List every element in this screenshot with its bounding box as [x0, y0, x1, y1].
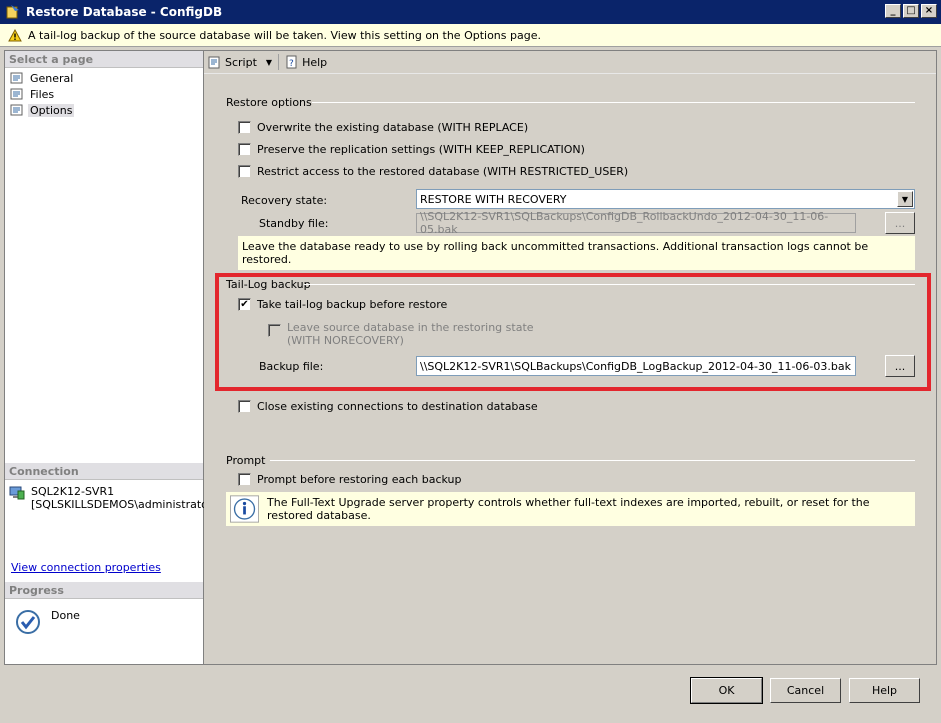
connection-info: SQL2K12-SVR1 [SQLSKILLSDEMOS\administrat…: [9, 485, 217, 511]
select-page-header: Select a page: [5, 51, 203, 68]
prompt-option[interactable]: Prompt before restoring each backup: [238, 473, 462, 486]
preserve-replication-checkbox[interactable]: [238, 143, 251, 156]
standby-file-label: Standby file:: [259, 217, 329, 230]
ok-button-label: OK: [691, 678, 762, 703]
progress-status-text: Done: [51, 609, 80, 622]
window-title: Restore Database - ConfigDB: [26, 5, 223, 19]
server-name: SQL2K12-SVR1: [31, 485, 115, 498]
recovery-info-text: Leave the database ready to use by rolli…: [242, 240, 869, 266]
prompt-title: Prompt: [226, 454, 266, 467]
overwrite-checkbox[interactable]: [238, 121, 251, 134]
help-button[interactable]: Help: [848, 677, 921, 704]
page-item-label: Files: [30, 87, 55, 101]
recovery-state-value: RESTORE WITH RECOVERY: [420, 192, 567, 206]
restrict-option[interactable]: Restrict access to the restored database…: [238, 165, 628, 178]
ok-button[interactable]: OK: [690, 677, 763, 704]
restrict-access-checkbox[interactable]: [238, 165, 251, 178]
page-icon: [10, 88, 23, 100]
left-pane: Select a page General Files Options Conn…: [4, 50, 217, 665]
warning-text: A tail-log backup of the source database…: [28, 28, 541, 42]
fulltext-info-box: The Full-Text Upgrade server property co…: [226, 492, 915, 526]
view-connection-properties-link[interactable]: View connection properties: [11, 561, 161, 574]
info-icon: [230, 495, 260, 523]
help-toolbar-button[interactable]: ? Help: [285, 55, 327, 69]
help-label: Help: [302, 55, 328, 69]
script-icon: [208, 56, 220, 69]
overwrite-label: Overwrite the existing database (WITH RE…: [257, 121, 529, 134]
section-divider: [270, 460, 915, 461]
preserve-label: Preserve the replication settings (WITH …: [257, 143, 585, 156]
close-button[interactable]: ×: [921, 4, 937, 18]
page-item-label: Options: [28, 103, 75, 117]
standby-file-input[interactable]: \\SQL2K12-SVR1\SQLBackups\ConfigDB_Rollb…: [416, 210, 856, 236]
server-icon: [9, 486, 25, 500]
overwrite-option[interactable]: Overwrite the existing database (WITH RE…: [238, 121, 528, 134]
connection-header: Connection: [5, 463, 203, 480]
chevron-down-icon[interactable]: ▼: [897, 191, 913, 207]
warning-icon: [8, 28, 22, 41]
recovery-state-label: Recovery state:: [241, 194, 328, 207]
close-connections-label: Close existing connections to destinatio…: [257, 400, 538, 413]
progress-status: Done: [15, 609, 80, 635]
toolbar: Script ▼ ? Help: [204, 51, 936, 74]
cancel-button-label: Cancel: [770, 678, 841, 703]
standby-browse-button[interactable]: ...: [885, 212, 915, 234]
database-restore-icon: [6, 5, 19, 19]
maximize-button[interactable]: □: [903, 4, 919, 18]
cancel-button[interactable]: Cancel: [769, 677, 842, 704]
done-check-icon: [16, 610, 40, 634]
page-item-files[interactable]: Files: [5, 86, 203, 102]
right-pane: Script ▼ ? Help Restore options Overwrit…: [204, 50, 937, 665]
page-item-options[interactable]: Options: [5, 102, 203, 118]
page-item-label: General: [30, 71, 74, 85]
page-item-general[interactable]: General: [5, 70, 203, 86]
script-button[interactable]: Script ▼: [208, 55, 272, 69]
preserve-option[interactable]: Preserve the replication settings (WITH …: [238, 143, 585, 156]
recovery-info-box: Leave the database ready to use by rolli…: [238, 236, 915, 270]
help-button-label: Help: [849, 678, 920, 703]
help-icon: ?: [286, 55, 297, 69]
page-icon: [10, 72, 23, 84]
user-name: [SQLSKILLSDEMOS\administrator]: [31, 498, 217, 511]
page-icon: [10, 104, 23, 116]
script-label: Script: [225, 55, 257, 69]
chevron-down-icon[interactable]: ▼: [266, 58, 272, 67]
close-connections-checkbox[interactable]: [238, 400, 251, 413]
prompt-label: Prompt before restoring each backup: [257, 473, 462, 486]
standby-file-value: \\SQL2K12-SVR1\SQLBackups\ConfigDB_Rollb…: [420, 210, 829, 236]
toolbar-separator: [278, 54, 280, 70]
restore-options-title: Restore options: [226, 96, 312, 109]
fulltext-info-text: The Full-Text Upgrade server property co…: [267, 496, 870, 522]
highlight-box: [215, 273, 931, 391]
section-divider: [312, 102, 915, 103]
restrict-label: Restrict access to the restored database…: [257, 165, 629, 178]
prompt-checkbox[interactable]: [238, 473, 251, 486]
progress-header: Progress: [5, 582, 203, 599]
warning-bar: A tail-log backup of the source database…: [0, 24, 941, 47]
title-bar: Restore Database - ConfigDB _ □ ×: [0, 0, 941, 24]
svg-text:?: ?: [289, 59, 294, 69]
recovery-state-select[interactable]: RESTORE WITH RECOVERY ▼: [416, 189, 915, 209]
close-connections-option[interactable]: Close existing connections to destinatio…: [238, 400, 538, 413]
minimize-button[interactable]: _: [885, 4, 901, 18]
